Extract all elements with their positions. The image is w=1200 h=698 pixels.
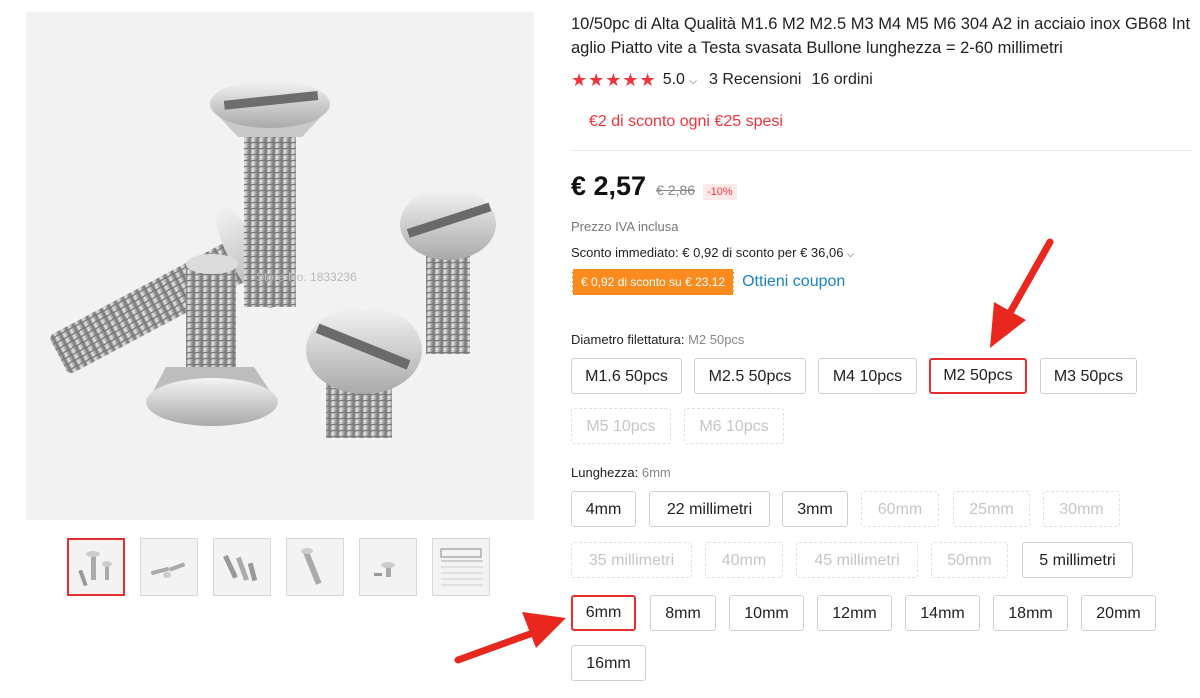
thread-diameter-title: Diametro filettatura:: [571, 332, 685, 347]
option-length-4mm[interactable]: 4mm: [571, 491, 636, 527]
discount-badge: -10%: [703, 184, 737, 200]
option-length-30mm: 30mm: [1043, 491, 1120, 527]
vat-note: Prezzo IVA inclusa: [571, 219, 679, 234]
thumbnail-image: [223, 554, 258, 582]
thumbnail-6[interactable]: [432, 538, 490, 596]
option-thread-m2[interactable]: M2 50pcs: [929, 358, 1027, 394]
option-thread-m5: M5 10pcs: [571, 408, 671, 444]
arrow-icon: [990, 238, 1054, 348]
orders-count: 16 ordini: [811, 71, 873, 88]
option-length-5mm[interactable]: 5 millimetri: [1022, 542, 1133, 578]
thumbnail-image: [78, 551, 112, 587]
thumbnail-image: [301, 548, 322, 585]
divider: [571, 150, 1192, 151]
coupon-row: € 0,92 di sconto su € 23,12 Ottieni coup…: [572, 269, 845, 295]
option-length-22mm[interactable]: 22 millimetri: [649, 491, 770, 527]
option-thread-m2-5[interactable]: M2.5 50pcs: [694, 358, 806, 394]
rating-stars: ★★★★★: [571, 69, 657, 90]
option-length-16mm[interactable]: 16mm: [571, 645, 646, 681]
original-price: € 2,86: [656, 182, 696, 198]
option-length-60mm: 60mm: [861, 491, 939, 527]
reviews-link[interactable]: 3 Recensioni: [709, 71, 802, 89]
screws-photo: [26, 12, 534, 520]
option-length-18mm[interactable]: 18mm: [993, 595, 1068, 631]
price-row: € 2,57 € 2,86 -10%: [571, 171, 737, 202]
option-thread-m3[interactable]: M3 50pcs: [1040, 358, 1137, 394]
option-length-6mm[interactable]: 6mm: [571, 595, 636, 631]
thumbnail-3[interactable]: [213, 538, 271, 596]
image-watermark: Store No. 1833236: [256, 270, 357, 284]
length-label: Lunghezza: 6mm: [571, 465, 671, 480]
thumbnail-4[interactable]: [286, 538, 344, 596]
rating-row: ★★★★★ 5.0 ⌵ 3 Recensioni 16 ordini: [571, 69, 873, 91]
option-length-12mm[interactable]: 12mm: [817, 595, 892, 631]
option-length-35mm: 35 millimetri: [571, 542, 692, 578]
product-title: 10/50pc di Alta Qualità M1.6 M2 M2.5 M3 …: [571, 15, 1191, 57]
option-length-3mm[interactable]: 3mm: [782, 491, 848, 527]
option-length-40mm: 40mm: [705, 542, 783, 578]
option-length-14mm[interactable]: 14mm: [905, 595, 980, 631]
get-coupon-link[interactable]: Ottieni coupon: [742, 273, 845, 291]
option-length-10mm[interactable]: 10mm: [729, 595, 804, 631]
chevron-down-icon: ⌵: [847, 249, 854, 259]
option-thread-m6: M6 10pcs: [684, 408, 784, 444]
option-length-20mm[interactable]: 20mm: [1081, 595, 1156, 631]
instant-discount-text: Sconto immediato: € 0,92 di sconto per €…: [571, 245, 844, 260]
instant-discount[interactable]: Sconto immediato: € 0,92 di sconto per €…: [571, 245, 854, 260]
rating-value[interactable]: 5.0 ⌵: [663, 71, 697, 89]
thumbnail-2[interactable]: [140, 538, 198, 596]
store-promo[interactable]: €2 di sconto ogni €25 spesi: [589, 113, 783, 131]
chevron-down-icon: ⌵: [689, 76, 697, 87]
thumbnail-image: [374, 562, 395, 577]
thumbnail-image: [440, 548, 483, 586]
arrow-icon: [454, 612, 566, 664]
thread-diameter-selected: M2 50pcs: [688, 332, 745, 347]
thumbnail-1[interactable]: [67, 538, 125, 596]
length-title: Lunghezza:: [571, 465, 639, 480]
option-thread-m4[interactable]: M4 10pcs: [818, 358, 917, 394]
thumbnail-image: [150, 562, 186, 578]
main-product-image[interactable]: Store No. 1833236: [26, 12, 534, 520]
option-length-45mm: 45 millimetri: [796, 542, 918, 578]
thumbnail-5[interactable]: [359, 538, 417, 596]
option-length-50mm: 50mm: [931, 542, 1008, 578]
option-thread-m1-6[interactable]: M1.6 50pcs: [571, 358, 682, 394]
rating-number: 5.0: [662, 71, 685, 88]
length-selected: 6mm: [641, 465, 671, 480]
option-length-25mm: 25mm: [953, 491, 1030, 527]
thread-diameter-label: Diametro filettatura: M2 50pcs: [571, 332, 744, 347]
current-price: € 2,57: [571, 171, 647, 201]
option-length-8mm[interactable]: 8mm: [650, 595, 716, 631]
coupon-tag: € 0,92 di sconto su € 23,12: [572, 269, 735, 295]
